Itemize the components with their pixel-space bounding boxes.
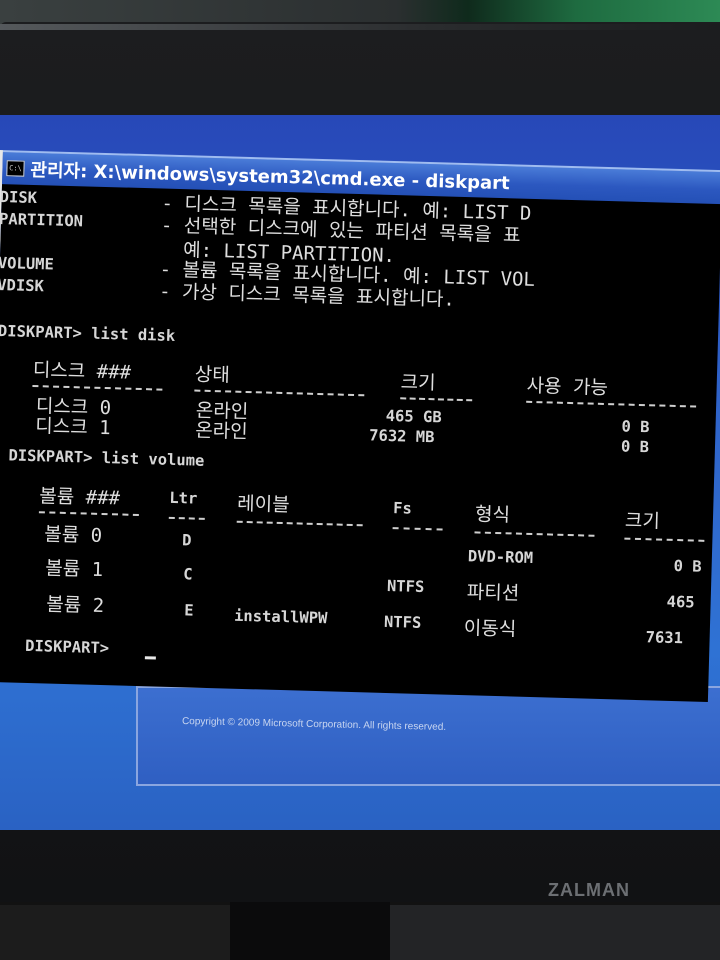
table-cell: D [181, 531, 192, 550]
table-cell: 0 B [620, 437, 650, 457]
table-cell: 0 B [673, 556, 702, 576]
header-separator [624, 537, 705, 542]
table-header: 상태 [194, 363, 231, 387]
table-cell: 0 B [621, 417, 650, 437]
command-line: DISKPART> list volume [8, 446, 205, 470]
table-cell: 볼륨 1 [45, 557, 104, 582]
table-cell: E [183, 601, 194, 620]
table-cell: 파티션 [466, 581, 520, 605]
table-cell: installWPW [233, 606, 328, 628]
table-header: 볼륨 ### [39, 485, 121, 510]
table-header: 형식 [474, 503, 511, 527]
console-output[interactable]: DISK - 디스크 목록을 표시합니다. 예: LIST D PARTITIO… [0, 184, 720, 702]
command-line: DISKPART> list disk [0, 322, 176, 345]
table-header: 크기 [400, 371, 436, 395]
bezel-highlight [0, 24, 720, 30]
help-command: PARTITION [0, 210, 84, 231]
header-separator [400, 397, 473, 402]
table-cell: 465 [666, 592, 695, 612]
brand-logo: ZALMAN [548, 880, 630, 900]
table-cell: 볼륨 2 [46, 593, 105, 618]
table-header: Ltr [169, 488, 198, 508]
header-separator [32, 384, 163, 391]
monitor-stand [230, 902, 390, 960]
background-floor [0, 905, 230, 960]
table-cell: 온라인 [194, 419, 248, 444]
header-separator [168, 516, 205, 520]
table-cell: 7631 [645, 628, 684, 648]
table-cell: 이동식 [463, 617, 517, 641]
header-separator [474, 531, 595, 537]
table-cell: 7632 MB [368, 426, 435, 447]
table-cell: 디스크 1 [34, 415, 111, 440]
table-cell: NTFS [383, 612, 422, 632]
command-prompt[interactable]: DISKPART> [25, 637, 119, 658]
table-cell: NTFS [386, 576, 425, 597]
table-header: 크기 [624, 509, 661, 533]
text-cursor [144, 656, 156, 660]
help-command: VOLUME [0, 253, 55, 274]
header-separator [392, 527, 443, 531]
header-separator [38, 511, 139, 517]
cmd-window[interactable]: C:\ 관리자: X:\windows\system32\cmd.exe - d… [0, 150, 720, 702]
table-header: 레이블 [236, 492, 290, 517]
help-command: VDISK [0, 275, 45, 296]
header-separator [236, 520, 363, 527]
table-header: Fs [392, 499, 413, 518]
table-header: 사용 가능 [526, 374, 609, 400]
cmd-app-icon[interactable]: C:\ [6, 160, 25, 177]
table-cell: C [182, 565, 193, 584]
help-command: DISK [0, 188, 38, 208]
table-cell: 465 GB [385, 406, 442, 427]
header-separator [526, 400, 697, 408]
background-floor [390, 905, 720, 960]
table-cell: DVD-ROM [467, 547, 534, 568]
table-header: 디스크 ### [32, 359, 132, 384]
table-cell: 볼륨 0 [43, 523, 103, 547]
